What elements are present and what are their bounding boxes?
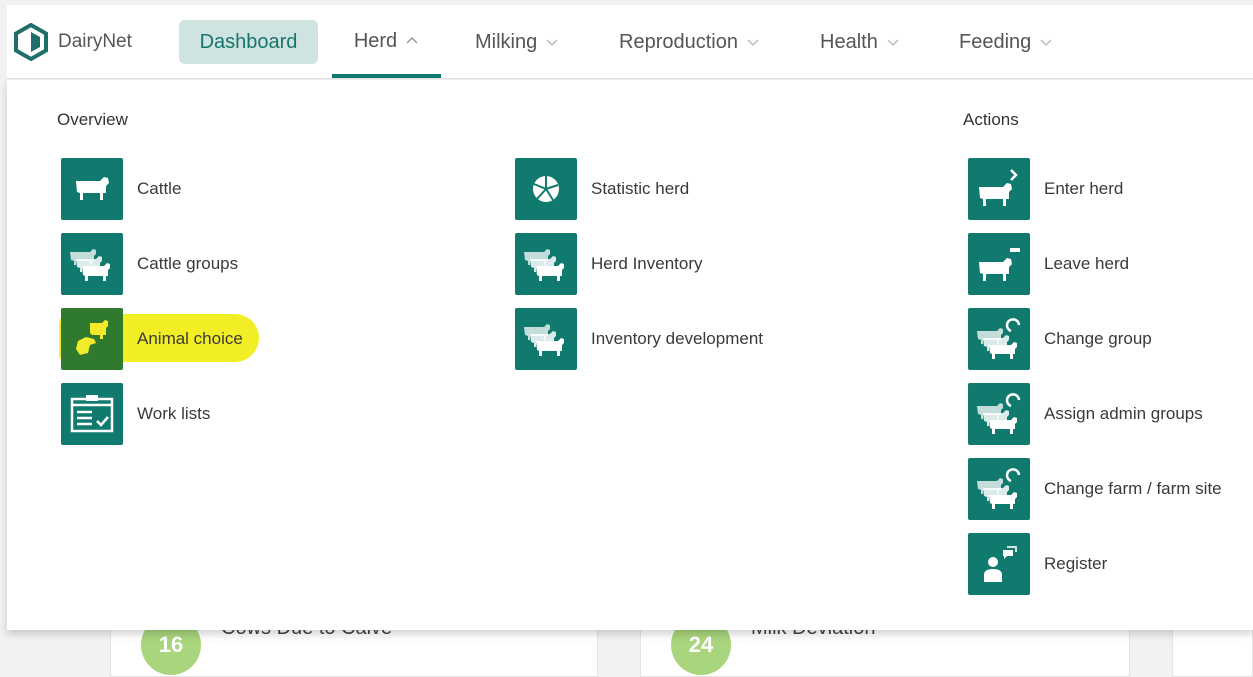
menu-item-work-lists[interactable]: Work lists <box>61 383 210 445</box>
menu-item-herd-inventory[interactable]: Herd Inventory <box>515 233 703 295</box>
chevron-down-icon <box>747 39 759 47</box>
menu-label: Inventory development <box>591 329 763 348</box>
brand[interactable]: DairyNet <box>13 23 132 61</box>
menu-item-cattle-groups[interactable]: Cattle groups <box>61 233 238 295</box>
menu-item-register[interactable]: Register <box>968 533 1107 595</box>
menu-item-change-group[interactable]: Change group <box>968 308 1152 370</box>
nav-health-label: Health <box>820 30 878 53</box>
menu-item-inventory-development[interactable]: Inventory development <box>515 308 763 370</box>
menu-item-animal-choice[interactable]: Animal choice <box>59 308 259 370</box>
nav-dashboard[interactable]: Dashboard <box>179 20 318 64</box>
chevron-down-icon <box>546 39 558 47</box>
nav-health[interactable]: Health <box>820 20 900 64</box>
menu-label: Work lists <box>137 404 211 423</box>
menu-label: Enter herd <box>1044 179 1124 198</box>
menu-label: Leave herd <box>1044 254 1130 273</box>
chevron-down-icon <box>1040 39 1052 47</box>
clipboard-icon <box>61 383 123 445</box>
cow-icon <box>61 158 123 220</box>
nav-feeding[interactable]: Feeding <box>959 20 1053 64</box>
page: 16 Cows Due to Calve 24 Milk Deviation D… <box>0 0 1253 677</box>
dairynet-logo-icon <box>14 23 48 61</box>
nav-dashboard-label: Dashboard <box>199 30 298 53</box>
pie-chart-icon <box>515 158 577 220</box>
cattle-group-icon <box>515 233 577 295</box>
cow-enter-icon <box>968 158 1030 220</box>
cattle-group-icon <box>515 308 577 370</box>
active-tab-underline <box>332 74 441 78</box>
herd-dropdown-menu: Overview Actions Cattle Cattle groups An… <box>7 80 1253 630</box>
menu-label: Herd Inventory <box>591 254 703 273</box>
menu-item-cattle[interactable]: Cattle <box>61 158 181 220</box>
menu-item-enter-herd[interactable]: Enter herd <box>968 158 1123 220</box>
menu-label: Cattle <box>137 179 182 198</box>
hand-cow-icon <box>61 308 123 370</box>
nav-herd[interactable]: Herd <box>332 20 441 78</box>
cattle-group-change-icon <box>968 458 1030 520</box>
menu-label: Register <box>1044 554 1108 573</box>
cattle-group-change-icon <box>968 383 1030 445</box>
top-navbar: DairyNet Dashboard Herd Milking Reproduc… <box>7 5 1253 79</box>
chevron-down-icon <box>887 39 899 47</box>
nav-milking-label: Milking <box>475 30 538 53</box>
person-register-icon <box>968 533 1030 595</box>
menu-item-statistic-herd[interactable]: Statistic herd <box>515 158 689 220</box>
nav-feeding-label: Feeding <box>959 30 1032 53</box>
menu-item-leave-herd[interactable]: Leave herd <box>968 233 1129 295</box>
menu-label: Statistic herd <box>591 179 690 198</box>
menu-label: Animal choice <box>137 329 243 348</box>
menu-item-change-farm[interactable]: Change farm / farm site <box>968 458 1222 520</box>
actions-heading: Actions <box>963 110 1019 129</box>
cattle-group-icon <box>61 233 123 295</box>
menu-item-assign-admin-groups[interactable]: Assign admin groups <box>968 383 1203 445</box>
chevron-up-icon <box>406 36 418 44</box>
cow-leave-icon <box>968 233 1030 295</box>
menu-label: Assign admin groups <box>1044 404 1203 423</box>
nav-milking[interactable]: Milking <box>475 20 559 64</box>
menu-label: Cattle groups <box>137 254 239 273</box>
menu-label: Change farm / farm site <box>1044 479 1222 498</box>
cattle-group-change-icon <box>968 308 1030 370</box>
nav-reproduction[interactable]: Reproduction <box>619 20 760 64</box>
menu-label: Change group <box>1044 329 1152 348</box>
overview-heading: Overview <box>57 110 128 129</box>
brand-name: DairyNet <box>58 31 132 52</box>
nav-reproduction-label: Reproduction <box>619 30 738 53</box>
nav-herd-label: Herd <box>353 30 398 52</box>
